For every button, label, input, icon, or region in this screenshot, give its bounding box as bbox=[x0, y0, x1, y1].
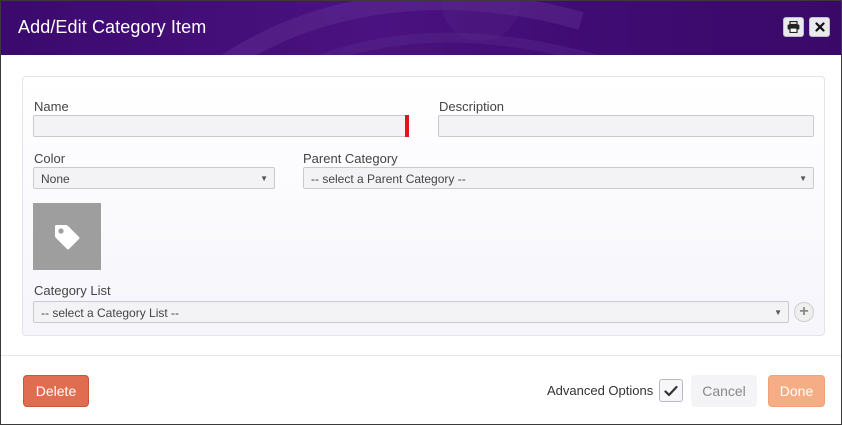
color-select[interactable]: None ▼ bbox=[33, 167, 275, 189]
advanced-options-checkbox[interactable] bbox=[659, 379, 683, 402]
category-list-select[interactable]: -- select a Category List -- ▼ bbox=[33, 301, 789, 323]
checkmark-icon bbox=[664, 385, 678, 396]
color-select-value: None bbox=[41, 172, 70, 186]
title-bar[interactable]: Add/Edit Category Item bbox=[1, 1, 841, 55]
parent-category-select-value: -- select a Parent Category -- bbox=[311, 172, 466, 186]
plus-icon: + bbox=[799, 303, 809, 320]
chevron-down-icon: ▼ bbox=[774, 308, 782, 317]
close-icon bbox=[814, 22, 825, 32]
name-label: Name bbox=[34, 99, 69, 114]
category-list-label: Category List bbox=[34, 283, 111, 298]
printer-icon bbox=[787, 21, 800, 33]
category-list-select-value: -- select a Category List -- bbox=[41, 306, 180, 320]
footer-divider bbox=[1, 355, 841, 356]
chevron-down-icon: ▼ bbox=[799, 174, 807, 183]
parent-category-select[interactable]: -- select a Parent Category -- ▼ bbox=[303, 167, 814, 189]
done-button[interactable]: Done bbox=[768, 375, 825, 407]
description-input[interactable] bbox=[438, 115, 814, 137]
delete-button[interactable]: Delete bbox=[23, 375, 89, 407]
cancel-button[interactable]: Cancel bbox=[691, 375, 757, 407]
category-icon-picker[interactable] bbox=[33, 203, 101, 270]
chevron-down-icon: ▼ bbox=[260, 174, 268, 183]
description-label: Description bbox=[439, 99, 505, 114]
color-label: Color bbox=[34, 151, 66, 166]
required-marker bbox=[405, 115, 409, 137]
name-input[interactable] bbox=[33, 115, 409, 137]
parent-category-label: Parent Category bbox=[303, 151, 398, 166]
print-button[interactable] bbox=[783, 17, 804, 37]
header-decoration bbox=[221, 1, 598, 55]
close-button[interactable] bbox=[809, 17, 830, 37]
dialog-title: Add/Edit Category Item bbox=[18, 17, 207, 37]
tag-icon bbox=[55, 224, 80, 249]
advanced-options-label: Advanced Options bbox=[547, 383, 654, 398]
add-edit-category-dialog: Add/Edit Category Item Name Description … bbox=[0, 0, 842, 425]
add-category-list-button[interactable]: + bbox=[794, 302, 814, 322]
